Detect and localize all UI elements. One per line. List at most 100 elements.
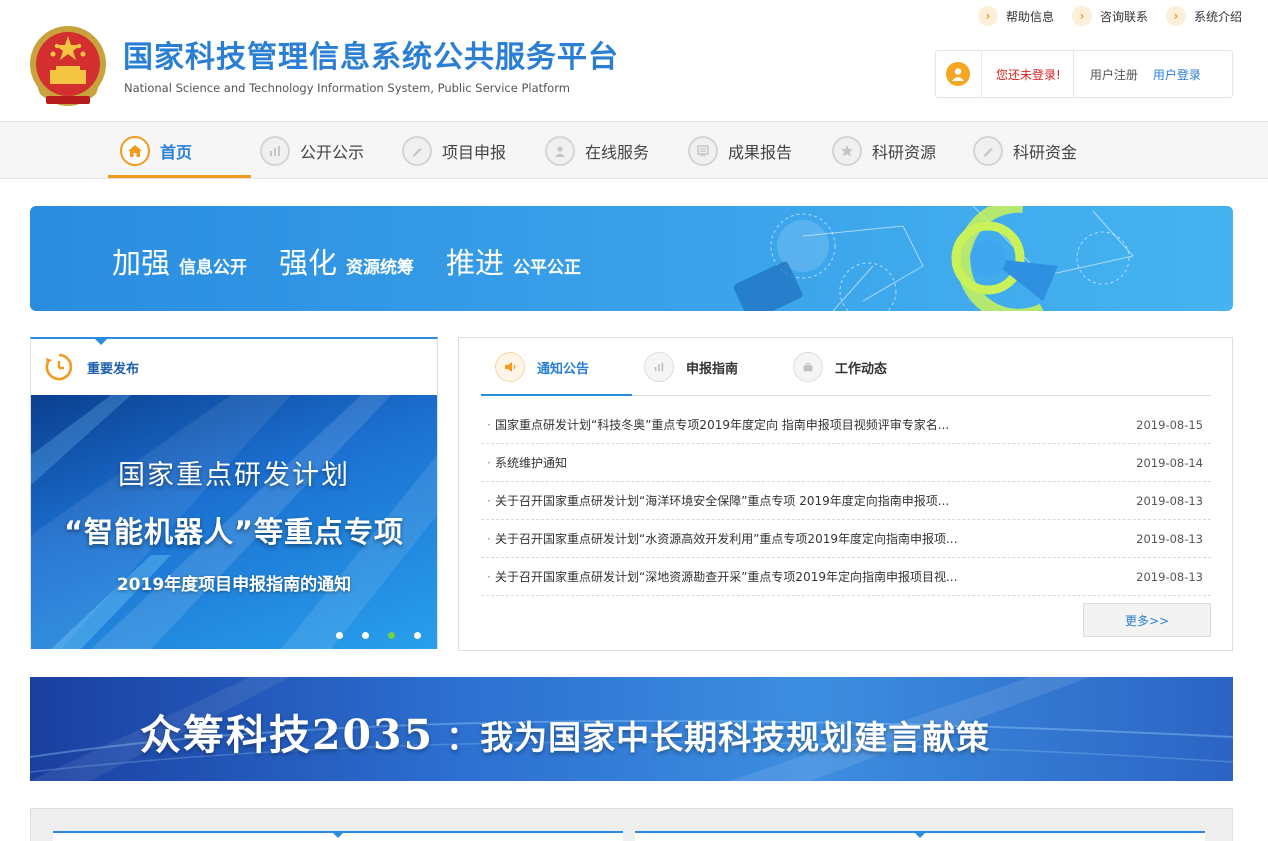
- user-service-icon: [545, 135, 575, 166]
- nav-item-label: 在线服务: [585, 142, 650, 162]
- divider: [981, 50, 982, 98]
- notice-date: 2019-08-13: [1136, 531, 1203, 546]
- notice-title: 关于召开国家重点研发计划“海洋环境安全保障”重点专项 2019年度定向指南申报项…: [495, 494, 950, 508]
- slogan-object: 公平公正: [513, 258, 582, 278]
- main-nav: 首页 公开公示 项目申报 在线服务 成果报告 科研资源 科研资金: [0, 121, 1268, 179]
- divider: [1072, 50, 1074, 98]
- contact-link-label: 咨询联系: [1099, 9, 1148, 24]
- bullet: ·: [487, 493, 491, 508]
- login-box: 您还未登录! 用户注册 用户登录: [935, 50, 1233, 98]
- slide-dot-1[interactable]: [336, 632, 343, 639]
- help-link-label: 帮助信息: [1005, 9, 1054, 24]
- tab-label: 申报指南: [686, 361, 739, 377]
- nav-item-label: 首页: [160, 142, 193, 162]
- panel-pointer: [331, 831, 345, 838]
- panel-pointer: [93, 337, 109, 345]
- chevron-right-icon: ›: [1071, 6, 1092, 26]
- site-subtitle: National Science and Technology Informat…: [124, 81, 570, 95]
- notice-date: 2019-08-14: [1136, 455, 1203, 470]
- release-header: 重要发布: [31, 339, 437, 395]
- nav-item-label: 成果报告: [728, 142, 793, 162]
- slogan-verb: 推进: [446, 246, 505, 280]
- top-links: › 帮助信息 › 咨询联系 › 系统介绍: [977, 6, 1242, 26]
- nav-item-online[interactable]: 在线服务: [545, 122, 649, 179]
- slide-dot-4[interactable]: [414, 632, 421, 639]
- bottom-section: [30, 808, 1233, 841]
- notice-title: 关于召开国家重点研发计划“深地资源勘查开采”重点专项2019年定向指南申报项目视…: [495, 570, 958, 584]
- about-link[interactable]: › 系统介绍: [1165, 6, 1242, 26]
- nav-item-results[interactable]: 成果报告: [688, 122, 792, 179]
- clock-refresh-icon: [45, 353, 73, 381]
- nav-item-resources[interactable]: 科研资源: [832, 122, 936, 179]
- bar-chart-icon: [644, 352, 674, 382]
- slogan-banner[interactable]: 加强 信息公开 强化 资源统筹 推进 公平公正: [30, 206, 1233, 311]
- list-item[interactable]: · 系统维护通知 2019-08-14: [481, 444, 1211, 482]
- nav-item-label: 项目申报: [442, 142, 507, 162]
- release-title: 重要发布: [87, 361, 140, 377]
- slide-headline: 国家重点研发计划: [118, 460, 350, 491]
- speaker-icon: [495, 352, 525, 382]
- report-icon: [688, 135, 718, 166]
- important-release-panel: 重要发布 国家重点研发计划 “智能机器人”等重点专项 2019年度项目申报指南的…: [30, 337, 438, 649]
- more-button[interactable]: 更多>>: [1083, 603, 1211, 637]
- list-item[interactable]: · 关于召开国家重点研发计划“海洋环境安全保障”重点专项 2019年度定向指南申…: [481, 482, 1211, 520]
- chevron-right-icon: ›: [1165, 6, 1186, 26]
- panel-pointer: [913, 831, 927, 838]
- list-item[interactable]: · 关于召开国家重点研发计划“水资源高效开发利用”重点专项2019年度定向指南申…: [481, 520, 1211, 558]
- bullet: ·: [487, 569, 491, 584]
- tab-label: 通知公告: [537, 361, 590, 377]
- login-status: 您还未登录!: [996, 67, 1061, 82]
- notice-date: 2019-08-15: [1136, 417, 1203, 432]
- help-link[interactable]: › 帮助信息: [977, 6, 1054, 26]
- nav-item-public[interactable]: 公开公示: [260, 122, 364, 179]
- slogan-verb: 加强: [112, 246, 171, 280]
- tab-announcements[interactable]: 通知公告: [495, 352, 589, 382]
- contact-link[interactable]: › 咨询联系: [1071, 6, 1148, 26]
- nav-item-label: 科研资源: [872, 142, 937, 162]
- register-link[interactable]: 用户注册: [1090, 66, 1138, 83]
- bottom-panel-left: [53, 831, 623, 841]
- bar-chart-icon: [260, 135, 290, 166]
- slide-caption: 2019年度项目申报指南的通知: [116, 575, 352, 595]
- nav-item-funding[interactable]: 科研资金: [973, 122, 1077, 179]
- login-link[interactable]: 用户登录: [1153, 66, 1201, 83]
- chevron-right-icon: ›: [977, 6, 998, 26]
- tab-work-news[interactable]: 工作动态: [793, 352, 887, 382]
- slide-dot-2[interactable]: [362, 632, 369, 639]
- bullet: ·: [487, 455, 491, 470]
- pencil-icon: [402, 135, 432, 166]
- banner-headline-sub: ：我为国家中长期科技规划建言献策: [446, 718, 991, 757]
- slide-dot-3[interactable]: [388, 632, 395, 639]
- nav-item-home[interactable]: 首页: [120, 122, 192, 179]
- slogan-object: 资源统筹: [346, 258, 415, 278]
- list-item[interactable]: · 关于召开国家重点研发计划“深地资源勘查开采”重点专项2019年定向指南申报项…: [481, 558, 1211, 596]
- bullet: ·: [487, 417, 491, 432]
- notice-date: 2019-08-13: [1136, 493, 1203, 508]
- nav-active-indicator: [108, 175, 251, 178]
- home-icon: [120, 135, 150, 166]
- bullet: ·: [487, 531, 491, 546]
- site-header: 国家科技管理信息系统公共服务平台 National Science and Te…: [0, 0, 1268, 121]
- notices-panel: 通知公告 申报指南 工作动态 · 国家重点研发计划“科技冬奥”重点专项2019年…: [458, 337, 1233, 651]
- tab-label: 工作动态: [835, 361, 888, 377]
- slogan-text: 加强 信息公开 强化 资源统筹 推进 公平公正: [112, 240, 613, 282]
- release-slide[interactable]: 国家重点研发计划 “智能机器人”等重点专项 2019年度项目申报指南的通知: [31, 395, 437, 649]
- pencil-icon: [973, 135, 1003, 166]
- banner-headline: 众筹科技2035 ：我为国家中长期科技规划建言献策: [140, 701, 990, 761]
- network-graphic: [733, 206, 1134, 311]
- notice-list: · 国家重点研发计划“科技冬奥”重点专项2019年度定向 指南申报项目视频评审专…: [481, 406, 1211, 596]
- nav-item-apply[interactable]: 项目申报: [402, 122, 506, 179]
- list-item[interactable]: · 国家重点研发计划“科技冬奥”重点专项2019年度定向 指南申报项目视频评审专…: [481, 406, 1211, 444]
- notice-title: 系统维护通知: [495, 456, 568, 470]
- notice-title: 关于召开国家重点研发计划“水资源高效开发利用”重点专项2019年度定向指南申报项…: [495, 532, 958, 546]
- slogan-verb: 强化: [279, 246, 338, 280]
- crowdsourcing-banner[interactable]: 众筹科技2035 ：我为国家中长期科技规划建言献策: [30, 677, 1233, 781]
- bottom-panel-right: [635, 831, 1205, 841]
- site-title: 国家科技管理信息系统公共服务平台: [123, 40, 619, 75]
- national-emblem-logo[interactable]: [26, 22, 110, 110]
- about-link-label: 系统介绍: [1193, 9, 1242, 24]
- star-icon: [832, 135, 862, 166]
- slogan-object: 信息公开: [179, 258, 248, 278]
- tab-guidelines[interactable]: 申报指南: [644, 352, 738, 382]
- notice-title: 国家重点研发计划“科技冬奥”重点专项2019年度定向 指南申报项目视频评审专家名…: [495, 418, 950, 432]
